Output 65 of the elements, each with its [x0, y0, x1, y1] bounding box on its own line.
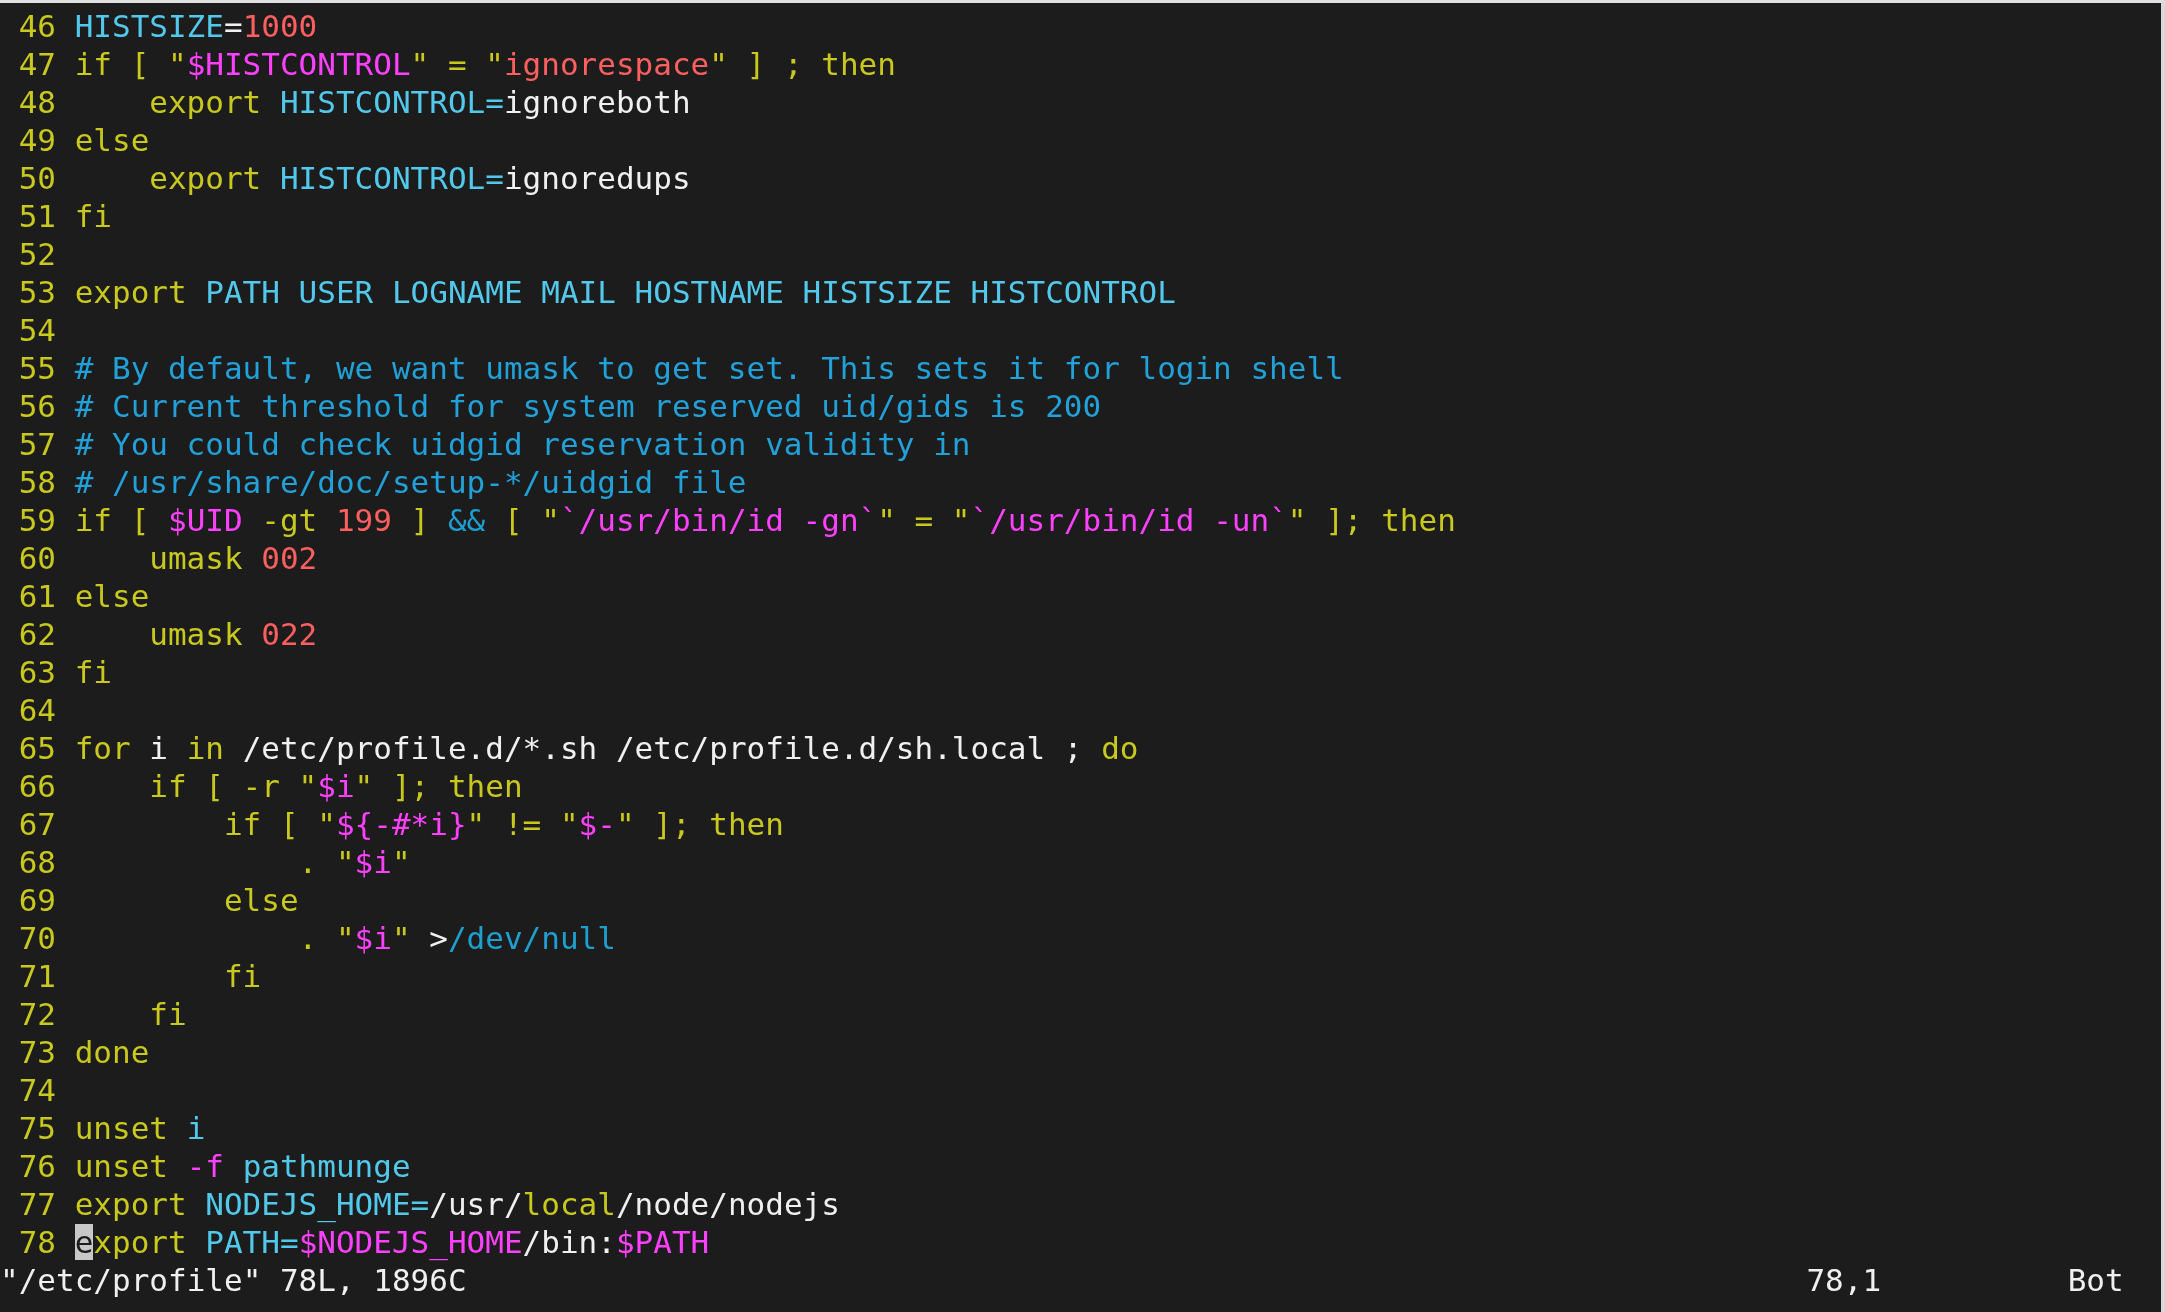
line-number: 61: [17, 577, 56, 615]
line-number: 65: [17, 729, 56, 767]
line-number: 69: [17, 881, 56, 919]
code-line: else: [74, 121, 150, 159]
line-number: 73: [17, 1033, 56, 1071]
line-number: 59: [17, 501, 56, 539]
code-line: export NODEJS_HOME=/usr/local/node/nodejs: [74, 1185, 840, 1223]
line-number: 78: [17, 1223, 56, 1261]
code-line: HISTSIZE=1000: [74, 7, 318, 45]
line-number: 67: [17, 805, 56, 843]
code-line: . "$i" >/dev/null: [297, 919, 616, 957]
code-line: if [ -r "$i" ]; then: [148, 767, 523, 805]
line-number: 52: [17, 235, 56, 273]
code-line: for i in /etc/profile.d/*.sh /etc/profile.d/sh.local ; do: [74, 729, 1139, 767]
code-line: umask 022: [148, 615, 318, 653]
line-number: 58: [17, 463, 56, 501]
scroll-position: Bot: [2067, 1261, 2124, 1299]
line-number: 71: [17, 957, 56, 995]
code-line: umask 002: [148, 539, 318, 577]
line-number: 75: [17, 1109, 56, 1147]
line-number: 76: [17, 1147, 56, 1185]
code-line: fi: [74, 197, 112, 235]
code-line: # Current threshold for system reserved uid/gids is 200: [74, 387, 1102, 425]
line-number: 53: [17, 273, 56, 311]
line-number: 48: [17, 83, 56, 121]
code-line: if [ "${-#*i}" != "$-" ]; then: [222, 805, 784, 843]
code-line: fi: [222, 957, 262, 995]
line-number: 57: [17, 425, 56, 463]
code-line: if [ $UID -gt 199 ] && [ "`/usr/bin/id -gn`" = "`/usr/bin/id -un`" ]; then: [74, 501, 1456, 539]
line-number: 49: [17, 121, 56, 159]
status-message: "/etc/profile" 78L, 1896C: [0, 1261, 468, 1299]
line-number: 63: [17, 653, 56, 691]
code-line: export HISTCONTROL=ignoredups: [148, 159, 691, 197]
code-line: unset -f pathmunge: [74, 1147, 411, 1185]
code-line: # By default, we want umask to get set. This sets it for login shell: [74, 349, 1344, 387]
line-number: 66: [17, 767, 56, 805]
code-line: unset i: [74, 1109, 206, 1147]
cursor-position: 78,1: [1806, 1261, 1883, 1299]
code-line: fi: [148, 995, 187, 1033]
line-number: 46: [17, 7, 56, 45]
line-number: 55: [17, 349, 56, 387]
code-line: else: [74, 577, 150, 615]
code-line: # /usr/share/doc/setup-*/uidgid file: [74, 463, 747, 501]
line-number: 74: [17, 1071, 56, 1109]
code-line: # You could check uidgid reservation validity in: [74, 425, 971, 463]
line-number: 56: [17, 387, 56, 425]
line-number: 50: [17, 159, 56, 197]
line-number: 54: [17, 311, 56, 349]
code-line: export HISTCONTROL=ignoreboth: [148, 83, 691, 121]
line-number: 70: [17, 919, 56, 957]
line-number: 62: [17, 615, 56, 653]
code-line: export PATH USER LOGNAME MAIL HOSTNAME HISTSIZE HISTCONTROL: [74, 273, 1176, 311]
line-number: 64: [17, 691, 56, 729]
line-number: 72: [17, 995, 56, 1033]
line-number: 68: [17, 843, 56, 881]
line-number: 77: [17, 1185, 56, 1223]
code-line: . "$i": [297, 843, 411, 881]
line-number: 51: [17, 197, 56, 235]
code-line: export PATH=$NODEJS_HOME/bin:$PATH: [74, 1223, 710, 1261]
code-line: fi: [74, 653, 112, 691]
code-line: else: [222, 881, 299, 919]
code-line: done: [74, 1033, 150, 1071]
line-number: 60: [17, 539, 56, 577]
line-number: 47: [17, 45, 56, 83]
code-line: if [ "$HISTCONTROL" = "ignorespace" ] ; then: [74, 45, 896, 83]
